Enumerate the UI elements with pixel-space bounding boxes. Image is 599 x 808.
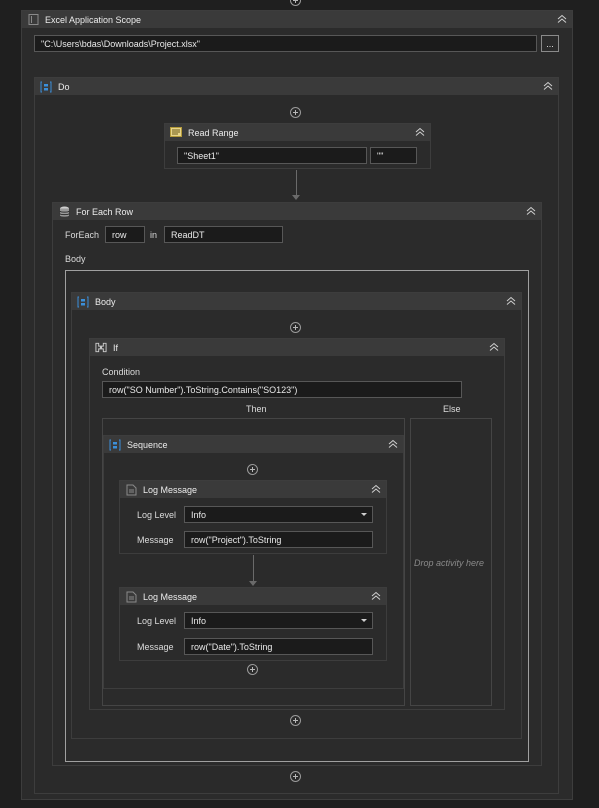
message-input[interactable]: row("Project").ToString (184, 531, 373, 548)
log-message-icon (125, 484, 137, 496)
excel-icon (27, 14, 39, 26)
log-level-value: Info (191, 509, 207, 520)
message-label: Message (137, 642, 174, 652)
log-level-select[interactable]: Info (184, 506, 373, 523)
add-activity-do-bottom[interactable] (290, 771, 301, 782)
foreach-label: ForEach (65, 230, 100, 240)
foreach-item-input[interactable]: row (105, 226, 145, 243)
connector-line (296, 170, 297, 195)
workbook-path-input[interactable]: "C:\Users\bdas\Downloads\Project.xlsx" (34, 35, 537, 52)
sequence-icon (40, 81, 52, 93)
else-label: Else (443, 404, 461, 414)
add-activity-body-bottom[interactable] (290, 715, 301, 726)
if-icon (95, 342, 107, 354)
if-title: If (113, 342, 119, 353)
message-label: Message (137, 535, 174, 545)
add-activity-body-top[interactable] (290, 322, 301, 333)
collapse-icon[interactable] (488, 341, 500, 353)
browse-button[interactable]: ... (541, 35, 559, 52)
read-range-header[interactable]: Read Range (165, 124, 430, 141)
body-label: Body (65, 254, 86, 264)
excel-scope-title: Excel Application Scope (45, 14, 142, 25)
sequence-icon (77, 296, 89, 308)
log-message-header[interactable]: Log Message (120, 481, 386, 498)
collapse-icon[interactable] (370, 483, 382, 495)
log-level-value: Info (191, 615, 207, 626)
then-label: Then (246, 404, 267, 414)
chevron-down-icon (361, 619, 367, 622)
condition-label: Condition (102, 367, 141, 377)
sequence-icon (109, 439, 121, 451)
chevron-down-icon (361, 513, 367, 516)
collapse-icon[interactable] (525, 205, 537, 217)
log-message-icon (125, 591, 137, 603)
read-range-icon (170, 127, 182, 139)
for-each-row-title: For Each Row (76, 206, 134, 217)
body-sequence-title: Body (95, 296, 116, 307)
connector-arrow (249, 581, 257, 586)
collapse-icon[interactable] (414, 126, 426, 138)
do-title: Do (58, 81, 70, 92)
collection-input[interactable]: ReadDT (164, 226, 283, 243)
condition-input[interactable]: row("SO Number").ToString.Contains("SO12… (102, 381, 462, 398)
message-input[interactable]: row("Date").ToString (184, 638, 373, 655)
log-message-title: Log Message (143, 591, 198, 602)
collapse-icon[interactable] (505, 295, 517, 307)
log-message-header[interactable]: Log Message (120, 588, 386, 605)
add-activity-do-top[interactable] (290, 107, 301, 118)
in-label: in (150, 230, 158, 240)
do-header[interactable]: Do (35, 78, 558, 95)
collapse-icon[interactable] (387, 438, 399, 450)
add-activity-sequence-bottom[interactable] (247, 664, 258, 675)
collapse-icon[interactable] (370, 590, 382, 602)
connector-line (253, 555, 254, 581)
connector-arrow (292, 195, 300, 200)
range-input[interactable]: "" (370, 147, 417, 164)
add-activity-sequence-top[interactable] (247, 464, 258, 475)
collapse-icon[interactable] (542, 80, 554, 92)
if-header[interactable]: If (90, 339, 504, 356)
excel-scope-header[interactable]: Excel Application Scope (22, 11, 572, 28)
collapse-icon[interactable] (556, 13, 568, 25)
read-range-title: Read Range (188, 127, 239, 138)
log-level-select[interactable]: Info (184, 612, 373, 629)
for-each-row-icon (58, 206, 70, 218)
else-drop-placeholder: Drop activity here (414, 558, 485, 568)
add-activity-top[interactable] (290, 0, 301, 6)
sequence-header[interactable]: Sequence (104, 436, 403, 453)
sequence-title: Sequence (127, 439, 168, 450)
sheet-name-input[interactable]: "Sheet1" (177, 147, 367, 164)
log-level-label: Log Level (137, 510, 177, 520)
log-level-label: Log Level (137, 616, 177, 626)
log-message-title: Log Message (143, 484, 198, 495)
body-sequence-header[interactable]: Body (72, 293, 521, 310)
for-each-row-header[interactable]: For Each Row (53, 203, 541, 220)
